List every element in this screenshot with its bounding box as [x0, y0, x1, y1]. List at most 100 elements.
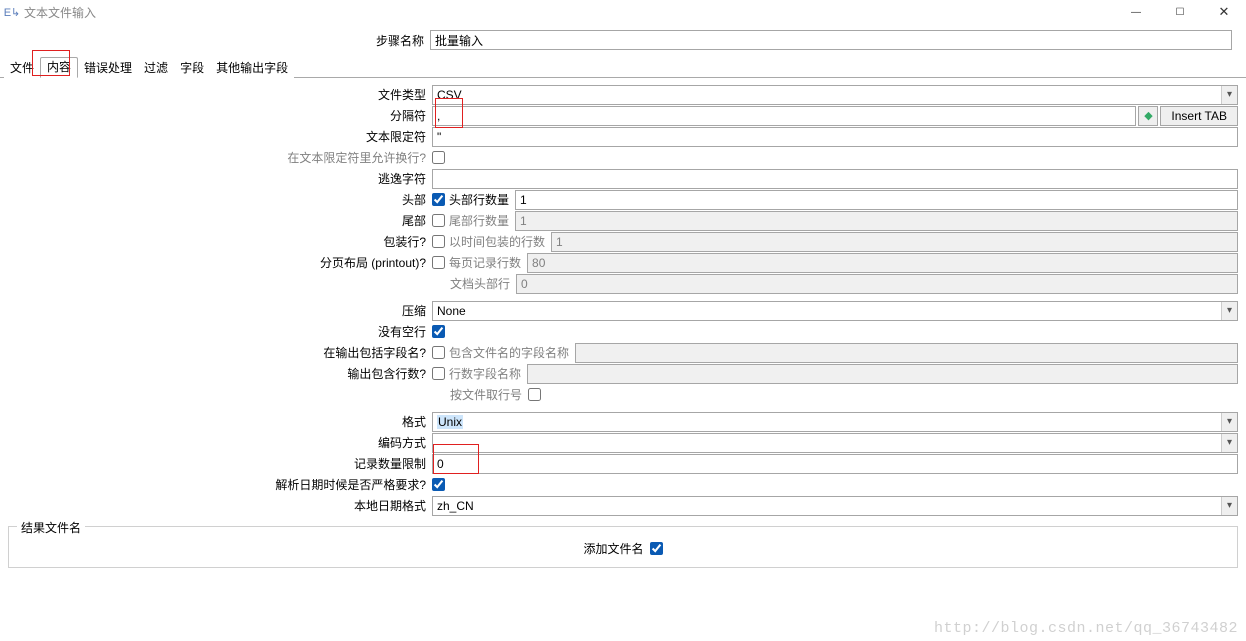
wrapped-checkbox[interactable]	[432, 235, 445, 248]
format-label: 格式	[8, 413, 432, 430]
tab-fields[interactable]: 字段	[174, 59, 210, 78]
add-filename-label: 添加文件名	[583, 540, 643, 557]
file-type-combo[interactable]: CSV ▾	[432, 85, 1238, 105]
wrapped-count-input	[551, 232, 1238, 252]
row-file-type: 文件类型 CSV ▾	[8, 84, 1238, 105]
allow-newline-label: 在文本限定符里允许换行?	[8, 149, 432, 166]
minimize-button[interactable]: —	[1114, 0, 1158, 24]
row-compression: 压缩 None ▾	[8, 300, 1238, 321]
footer-checkbox[interactable]	[432, 214, 445, 227]
file-type-value: CSV	[437, 88, 1221, 102]
escape-input[interactable]	[432, 169, 1238, 189]
compression-combo[interactable]: None ▾	[432, 301, 1238, 321]
include-rownum-field-label: 行数字段名称	[449, 365, 521, 382]
row-date-locale: 本地日期格式 zh_CN ▾	[8, 495, 1238, 516]
file-type-label: 文件类型	[8, 86, 432, 103]
paged-count-input	[527, 253, 1238, 273]
tab-content[interactable]: 内容	[40, 57, 78, 78]
include-rownum-field-input	[527, 364, 1238, 384]
tab-error[interactable]: 错误处理	[78, 59, 138, 78]
step-name-input[interactable]	[430, 30, 1232, 50]
row-no-empty: 没有空行	[8, 321, 1238, 342]
row-header: 头部 头部行数量	[8, 189, 1238, 210]
footer-count-input	[515, 211, 1238, 231]
add-filename-checkbox[interactable]	[650, 542, 663, 555]
close-button[interactable]: ✕	[1202, 0, 1246, 24]
window-buttons: — ☐ ✕	[1114, 0, 1246, 24]
row-separator: 分隔符 ◆ Insert TAB	[8, 105, 1238, 126]
encoding-label: 编码方式	[8, 434, 432, 451]
format-combo[interactable]: Unix ▾	[432, 412, 1238, 432]
step-name-label: 步骤名称	[0, 32, 430, 49]
paged-count-label: 每页记录行数	[449, 254, 521, 271]
row-strict-date: 解析日期时候是否严格要求?	[8, 474, 1238, 495]
row-allow-newline: 在文本限定符里允许换行?	[8, 147, 1238, 168]
date-locale-label: 本地日期格式	[8, 497, 432, 514]
row-escape: 逃逸字符	[8, 168, 1238, 189]
header-label: 头部	[8, 191, 432, 208]
row-rownum-by-file: 按文件取行号	[8, 384, 1238, 405]
tab-filter[interactable]: 过滤	[138, 59, 174, 78]
header-count-input[interactable]	[515, 190, 1238, 210]
separator-input[interactable]	[432, 106, 1136, 126]
wrapped-count-label: 以时间包装的行数	[449, 233, 545, 250]
strict-date-label: 解析日期时候是否严格要求?	[8, 476, 432, 493]
row-footer: 尾部 尾部行数量	[8, 210, 1238, 231]
tab-other[interactable]: 其他输出字段	[210, 59, 294, 78]
compression-value: None	[437, 304, 1221, 318]
paged-checkbox[interactable]	[432, 256, 445, 269]
row-enclosure: 文本限定符	[8, 126, 1238, 147]
include-filename-checkbox[interactable]	[432, 346, 445, 359]
footer-count-label: 尾部行数量	[449, 212, 509, 229]
row-paged: 分页布局 (printout)? 每页记录行数	[8, 252, 1238, 273]
insert-tab-button[interactable]: Insert TAB	[1160, 106, 1238, 126]
include-filename-field-input	[575, 343, 1238, 363]
chevron-down-icon: ▾	[1221, 413, 1237, 431]
escape-label: 逃逸字符	[8, 170, 432, 187]
app-icon: E↳	[4, 4, 20, 20]
tabstrip: 文件 内容 错误处理 过滤 字段 其他输出字段	[0, 56, 1246, 78]
strict-date-checkbox[interactable]	[432, 478, 445, 491]
row-doc-header: 文档头部行	[8, 273, 1238, 294]
no-empty-label: 没有空行	[8, 323, 432, 340]
window-title: 文本文件输入	[24, 4, 96, 21]
group-legend: 结果文件名	[17, 519, 85, 536]
watermark: http://blog.csdn.net/qq_36743482	[934, 620, 1238, 637]
row-row-limit: 记录数量限制	[8, 453, 1238, 474]
diamond-icon[interactable]: ◆	[1138, 106, 1158, 126]
compression-label: 压缩	[8, 302, 432, 319]
maximize-button[interactable]: ☐	[1158, 0, 1202, 24]
group-result-filenames: 结果文件名 添加文件名	[8, 526, 1238, 568]
rownum-by-file-label: 按文件取行号	[450, 386, 522, 403]
enclosure-input[interactable]	[432, 127, 1238, 147]
doc-header-label: 文档头部行	[450, 275, 510, 292]
header-count-label: 头部行数量	[449, 191, 509, 208]
row-include-rownum: 输出包含行数? 行数字段名称	[8, 363, 1238, 384]
wrapped-label: 包装行?	[8, 233, 432, 250]
header-checkbox[interactable]	[432, 193, 445, 206]
include-rownum-checkbox[interactable]	[432, 367, 445, 380]
format-value: Unix	[437, 415, 463, 429]
date-locale-value: zh_CN	[437, 499, 1221, 513]
rownum-by-file-checkbox[interactable]	[528, 388, 541, 401]
titlebar: E↳ 文本文件输入	[0, 0, 1246, 24]
include-filename-field-label: 包含文件名的字段名称	[449, 344, 569, 361]
chevron-down-icon: ▾	[1221, 434, 1237, 452]
enclosure-label: 文本限定符	[8, 128, 432, 145]
chevron-down-icon: ▾	[1221, 302, 1237, 320]
row-wrapped: 包装行? 以时间包装的行数	[8, 231, 1238, 252]
row-encoding: 编码方式 ▾	[8, 432, 1238, 453]
date-locale-combo[interactable]: zh_CN ▾	[432, 496, 1238, 516]
chevron-down-icon: ▾	[1221, 497, 1237, 515]
row-limit-input[interactable]	[432, 454, 1238, 474]
tab-file[interactable]: 文件	[4, 59, 40, 78]
encoding-combo[interactable]: ▾	[432, 433, 1238, 453]
content-form: 文件类型 CSV ▾ 分隔符 ◆ Insert TAB 文本限定符 在文本限定符…	[0, 78, 1246, 520]
allow-newline-checkbox[interactable]	[432, 151, 445, 164]
chevron-down-icon: ▾	[1221, 86, 1237, 104]
include-rownum-label: 输出包含行数?	[8, 365, 432, 382]
footer-label: 尾部	[8, 212, 432, 229]
step-name-row: 步骤名称	[0, 24, 1246, 56]
no-empty-checkbox[interactable]	[432, 325, 445, 338]
include-filename-label: 在输出包括字段名?	[8, 344, 432, 361]
